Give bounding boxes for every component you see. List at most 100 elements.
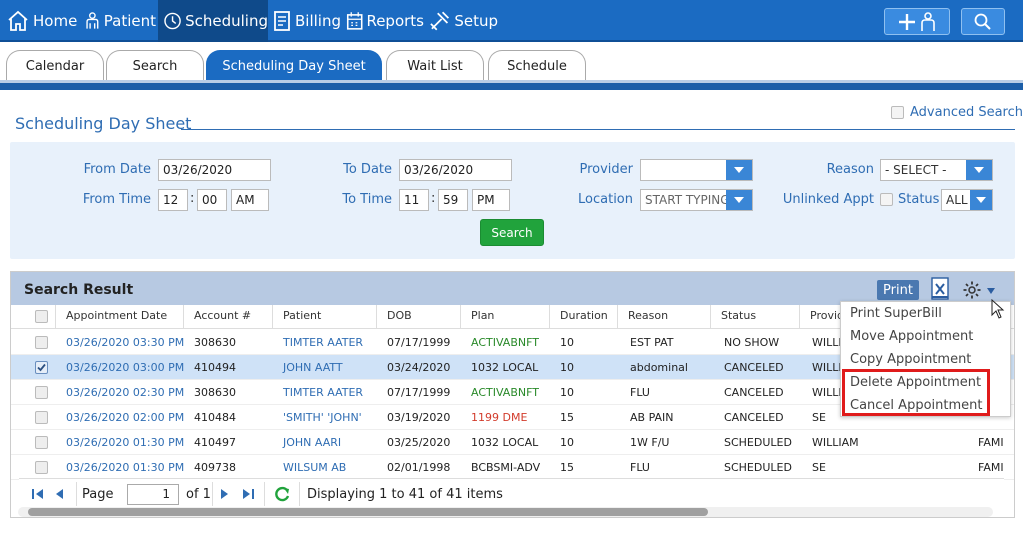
row-checkbox[interactable]	[35, 411, 48, 424]
add-patient-button[interactable]	[884, 8, 950, 35]
nav-scheduling[interactable]: Scheduling	[158, 0, 268, 42]
nav-setup[interactable]: Setup	[428, 0, 498, 42]
nav-home[interactable]: Home	[6, 0, 78, 42]
cell-patient[interactable]: 'SMITH' 'JOHN'	[283, 411, 362, 424]
row-checkbox[interactable]	[35, 386, 48, 399]
mouse-pointer-icon	[991, 299, 1005, 319]
chevron-down-icon[interactable]	[726, 160, 752, 180]
to-hour-input[interactable]: 11	[399, 189, 429, 211]
tab-calendar[interactable]: Calendar	[6, 50, 104, 82]
nav-patient[interactable]: Patient	[84, 0, 156, 42]
previous-page-icon[interactable]	[53, 487, 65, 501]
tab-scheduling-day-sheet[interactable]: Scheduling Day Sheet	[206, 50, 382, 82]
unlinked-appt-checkbox[interactable]	[880, 193, 893, 206]
cell-provider: WILLI	[812, 336, 842, 349]
cell-patient[interactable]: TIMTER AATER	[283, 336, 363, 349]
from-date-input[interactable]: 03/26/2020	[158, 159, 271, 181]
col-dob[interactable]: DOB	[387, 309, 412, 322]
col-duration[interactable]: Duration	[560, 309, 608, 322]
menu-move-appointment[interactable]: Move Appointment	[850, 329, 973, 344]
tab-wait-list[interactable]: Wait List	[386, 50, 484, 82]
menu-copy-appointment[interactable]: Copy Appointment	[850, 352, 971, 367]
cell-account: 308630	[194, 386, 236, 399]
cell-appointment-date[interactable]: 03/26/2020 02:00 PM	[66, 411, 184, 424]
reason-select[interactable]: - SELECT -	[880, 159, 993, 181]
to-minute-input[interactable]: 59	[438, 189, 468, 211]
select-all-checkbox[interactable]	[35, 310, 48, 323]
to-ampm-input[interactable]: PM	[472, 189, 510, 211]
refresh-icon[interactable]	[273, 485, 291, 503]
from-ampm-input[interactable]: AM	[231, 189, 269, 211]
chevron-down-icon[interactable]	[970, 190, 992, 210]
cell-appointment-date[interactable]: 03/26/2020 01:30 PM	[66, 461, 184, 474]
col-reason[interactable]: Reason	[628, 309, 668, 322]
nav-scheduling-label: Scheduling	[185, 12, 268, 30]
from-minute-input[interactable]: 00	[197, 189, 227, 211]
column-divider	[460, 305, 461, 329]
displaying-label: Displaying 1 to 41 of 41 items	[307, 487, 503, 502]
cell-dob: 07/17/1999	[387, 336, 451, 349]
advanced-search-checkbox[interactable]	[891, 106, 904, 119]
cell-appointment-date[interactable]: 03/26/2020 03:00 PM	[66, 361, 184, 374]
nav-reports-label: Reports	[366, 12, 424, 30]
cell-account: 410497	[194, 436, 236, 449]
to-date-input[interactable]: 03/26/2020	[399, 159, 512, 181]
next-page-icon[interactable]	[219, 487, 231, 501]
location-select[interactable]: START TYPING	[640, 189, 753, 211]
from-date-label: From Date	[83, 162, 151, 177]
location-label: Location	[578, 192, 633, 207]
table-row[interactable]: 03/26/2020 01:30 PM 410497 JOHN AARI 03/25/…	[11, 430, 1014, 455]
cell-status: SCHEDULED	[724, 436, 792, 449]
cell-appointment-date[interactable]: 03/26/2020 01:30 PM	[66, 436, 184, 449]
cell-patient[interactable]: JOHN AARI	[283, 436, 341, 449]
cell-department: FAMI	[978, 436, 1004, 449]
cell-account: 410484	[194, 411, 236, 424]
menu-print-superbill[interactable]: Print SuperBill	[850, 306, 942, 321]
col-account[interactable]: Account #	[194, 309, 251, 322]
tab-strip	[0, 83, 1023, 90]
excel-export-icon[interactable]	[929, 277, 951, 301]
provider-select[interactable]	[640, 159, 753, 181]
global-search-button[interactable]	[961, 8, 1005, 35]
col-appointment-date[interactable]: Appointment Date	[66, 309, 167, 322]
gear-icon[interactable]	[962, 280, 982, 300]
advanced-search-toggle[interactable]: Advanced Search	[891, 105, 1023, 120]
tab-schedule[interactable]: Schedule	[488, 50, 586, 82]
page-number-input[interactable]: 1	[127, 484, 179, 505]
col-status[interactable]: Status	[721, 309, 756, 322]
chevron-down-icon[interactable]	[726, 190, 752, 210]
table-row[interactable]: 03/26/2020 01:30 PM 409738 WILSUM AB 02/01/…	[11, 455, 1014, 480]
col-plan[interactable]: Plan	[471, 309, 494, 322]
cell-provider: WILLI	[812, 361, 842, 374]
cell-patient[interactable]: WILSUM AB	[283, 461, 346, 474]
first-page-icon[interactable]	[31, 487, 45, 501]
horizontal-scrollbar[interactable]	[18, 507, 993, 517]
chevron-down-icon[interactable]	[966, 160, 992, 180]
search-button[interactable]: Search	[480, 219, 544, 246]
from-hour-input[interactable]: 12	[158, 189, 188, 211]
row-checkbox[interactable]	[35, 361, 48, 374]
column-divider	[183, 305, 184, 329]
cell-patient[interactable]: JOHN AATT	[283, 361, 343, 374]
cell-plan: BCBSMI-ADV	[471, 461, 541, 474]
row-checkbox[interactable]	[35, 336, 48, 349]
pager-divider	[212, 482, 213, 506]
cell-plan: 1032 LOCAL	[471, 361, 539, 374]
cell-appointment-date[interactable]: 03/26/2020 02:30 PM	[66, 386, 184, 399]
col-patient[interactable]: Patient	[283, 309, 321, 322]
row-checkbox[interactable]	[35, 436, 48, 449]
scrollbar-thumb[interactable]	[28, 508, 708, 516]
tab-search[interactable]: Search	[106, 50, 204, 82]
cell-duration: 10	[560, 361, 574, 374]
cell-patient[interactable]: TIMTER AATER	[283, 386, 363, 399]
cell-appointment-date[interactable]: 03/26/2020 03:30 PM	[66, 336, 184, 349]
print-button[interactable]: Print	[877, 280, 919, 300]
status-select[interactable]: ALL	[941, 189, 993, 211]
nav-reports[interactable]: Reports	[346, 0, 424, 42]
nav-billing[interactable]: Billing	[272, 0, 342, 42]
row-checkbox[interactable]	[35, 461, 48, 474]
calendar-icon	[346, 12, 363, 30]
last-page-icon[interactable]	[241, 487, 255, 501]
caret-down-icon[interactable]	[987, 288, 995, 294]
col-provider[interactable]: Provid	[810, 309, 844, 322]
